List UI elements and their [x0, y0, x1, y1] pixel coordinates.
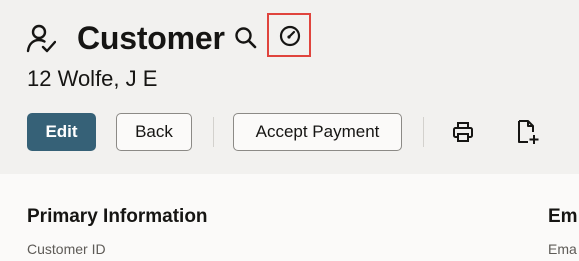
- search-icon[interactable]: [233, 25, 259, 51]
- accept-payment-button[interactable]: Accept Payment: [233, 113, 402, 151]
- page-header: Customer 12 Wolfe, J E Edit Back Accept …: [0, 0, 579, 174]
- toolbar-divider: [423, 117, 424, 147]
- gauge-icon: [279, 25, 301, 47]
- customer-id-label: Customer ID: [27, 241, 106, 257]
- edit-button[interactable]: Edit: [27, 113, 96, 151]
- email-section-heading: Em: [548, 206, 578, 227]
- primary-information-heading: Primary Information: [27, 206, 208, 227]
- new-document-icon[interactable]: [516, 119, 540, 145]
- record-subtitle: 12 Wolfe, J E: [27, 66, 158, 91]
- email-field-label: Ema: [548, 241, 577, 257]
- dashboard-button[interactable]: [267, 13, 311, 57]
- page-title: Customer: [77, 20, 225, 56]
- toolbar-divider: [213, 117, 214, 147]
- back-button[interactable]: Back: [116, 113, 192, 151]
- printer-icon[interactable]: [452, 121, 474, 143]
- customer-record-icon: [26, 24, 56, 53]
